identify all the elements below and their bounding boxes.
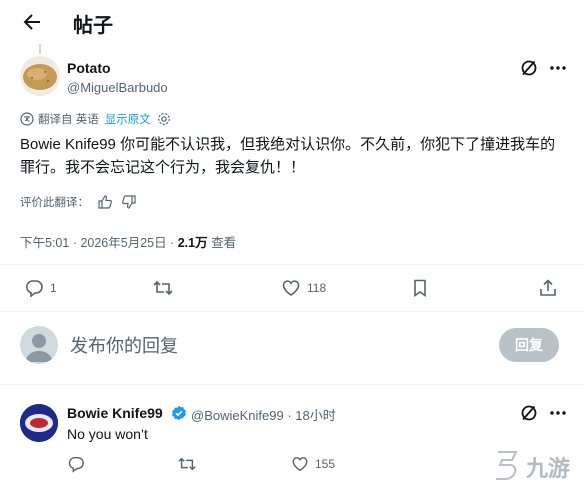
thread-line (39, 44, 41, 54)
reply-time[interactable]: 18小时 (295, 408, 335, 423)
share-action[interactable] (538, 268, 558, 308)
page-header: 帖子 (0, 0, 584, 44)
rate-translation-label: 评价此翻译： (20, 197, 89, 209)
more-icon[interactable] (548, 62, 568, 74)
meta-separator: · (166, 236, 178, 250)
grok-icon[interactable] (519, 403, 539, 423)
share-icon (538, 278, 558, 298)
svg-text:九游: 九游 (525, 456, 570, 482)
retweet-icon (177, 455, 197, 473)
divider (0, 264, 584, 265)
reply-text: No you won’t (67, 426, 148, 442)
heart-icon (291, 455, 309, 473)
like-count: 155 (315, 457, 336, 471)
meta-separator: · (283, 408, 296, 423)
meta-separator: · (69, 236, 81, 250)
heart-icon (281, 278, 301, 298)
reply-author-meta: @BowieKnife99 · 18小时 (191, 405, 336, 424)
avatar[interactable] (20, 56, 60, 96)
reply-author-handle[interactable]: @BowieKnife99 (191, 408, 284, 423)
post-actions: 1 118 (0, 268, 584, 308)
reply-icon (24, 278, 44, 298)
potato-avatar-image (20, 56, 60, 96)
divider (0, 311, 584, 312)
arrow-left-icon[interactable] (20, 10, 44, 34)
reply-author-name[interactable]: Bowie Knife99 (67, 405, 163, 421)
grok-icon[interactable] (519, 58, 539, 78)
translate-icon (20, 112, 34, 126)
like-action[interactable]: 118 (281, 268, 326, 308)
reply-action[interactable]: 1 (24, 268, 57, 308)
translated-from-label: 翻译自 英语 (38, 114, 99, 126)
retweet-icon (152, 278, 174, 298)
reply-icon (67, 455, 85, 473)
like-action[interactable]: 155 (291, 452, 335, 476)
show-original-link[interactable]: 显示原文 (105, 111, 151, 127)
author-name[interactable]: Potato (67, 60, 111, 76)
reply-count: 1 (50, 281, 57, 295)
bowie-knife-avatar-image (20, 404, 58, 442)
default-avatar-icon (25, 334, 53, 362)
watermark-logo: 九游 (490, 440, 584, 486)
settings-gear-icon[interactable] (157, 112, 171, 126)
like-count: 118 (307, 281, 327, 295)
views-count: 2.1万 (177, 236, 208, 250)
reply-action[interactable] (67, 452, 85, 476)
page-title: 帖子 (73, 15, 113, 37)
bookmark-action[interactable] (410, 268, 430, 308)
rate-translation-row: 评价此翻译： (20, 194, 137, 210)
views-label: 查看 (211, 236, 237, 250)
post-date[interactable]: 2026年5月25日 (80, 236, 166, 250)
avatar (20, 326, 58, 364)
reply-button[interactable]: 回复 (499, 328, 559, 362)
avatar[interactable] (20, 404, 58, 442)
retweet-action[interactable] (177, 452, 197, 476)
thumbs-down-icon[interactable] (121, 194, 137, 210)
translation-info: 翻译自 英语 显示原文 (20, 111, 171, 127)
retweet-action[interactable] (152, 268, 174, 308)
post-text: Bowie Knife99 你可能不认识我，但我绝对认识你。不久前，你犯下了撞进… (20, 136, 556, 176)
reply-input[interactable]: 发布你的回复 (70, 332, 178, 358)
more-icon[interactable] (548, 407, 568, 419)
post-meta: 下午5:01 · 2026年5月25日 · 2.1万 查看 (20, 232, 236, 251)
bookmark-icon (410, 278, 430, 298)
author-handle[interactable]: @MiguelBarbudo (67, 80, 168, 95)
post-time[interactable]: 下午5:01 (20, 236, 69, 250)
divider (0, 384, 584, 385)
thumbs-up-icon[interactable] (97, 194, 113, 210)
verified-badge-icon (171, 405, 187, 421)
